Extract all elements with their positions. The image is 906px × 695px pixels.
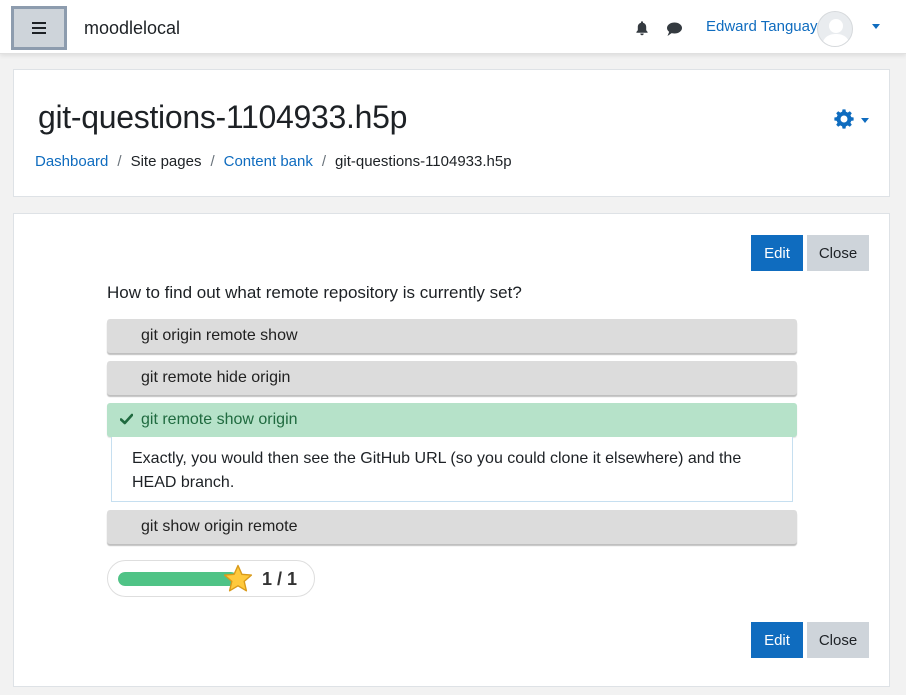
score-text: 1 / 1 [262,569,298,589]
breadcrumb-separator: / [117,153,122,170]
breadcrumb-separator: / [210,153,215,170]
edit-button-bottom[interactable]: Edit [751,622,803,658]
close-button-bottom[interactable]: Close [807,622,869,658]
page-header: git-questions-1104933.h5p Dashboard / Si… [13,69,890,197]
answer-option-label: git remote show origin [141,411,298,428]
breadcrumb-separator: / [321,153,327,170]
score-widget: 1 / 1 [107,560,315,597]
edit-button[interactable]: Edit [751,235,803,271]
breadcrumb-content-bank[interactable]: Content bank [224,153,313,170]
question-text: How to find out what remote repository i… [107,283,522,302]
breadcrumb-current: git-questions-1104933.h5p [335,153,512,170]
star-icon [223,564,253,592]
close-button[interactable]: Close [807,235,869,271]
answer-option[interactable]: git origin remote show [107,319,797,353]
user-silhouette-icon [822,19,850,46]
page-title: git-questions-1104933.h5p [38,99,408,135]
user-menu-name[interactable]: Edward Tanguay [706,18,817,35]
settings-caret-icon[interactable] [861,118,869,123]
gear-icon[interactable] [833,108,855,130]
top-navbar: moodlelocal Edward Tanguay [0,0,906,54]
breadcrumb: Dashboard / Site pages / Content bank / … [35,153,512,170]
checkmark-icon [120,413,133,425]
breadcrumb-site-pages: Site pages [130,153,202,170]
chat-bubble-icon[interactable] [665,21,683,37]
answer-option[interactable]: git remote hide origin [107,361,797,395]
breadcrumb-dashboard[interactable]: Dashboard [35,153,108,170]
chevron-down-icon[interactable] [872,24,880,29]
answer-feedback: Exactly, you would then see the GitHub U… [111,437,793,502]
answer-option[interactable]: git show origin remote [107,510,797,544]
answer-option-correct[interactable]: git remote show origin [107,403,797,437]
site-name[interactable]: moodlelocal [84,18,180,39]
drawer-toggle-button[interactable] [11,6,67,50]
score-progress-bar [118,572,238,586]
avatar[interactable] [817,11,853,47]
score-progress-fill [118,572,238,586]
bell-icon[interactable] [634,20,650,36]
hamburger-icon [32,22,46,34]
